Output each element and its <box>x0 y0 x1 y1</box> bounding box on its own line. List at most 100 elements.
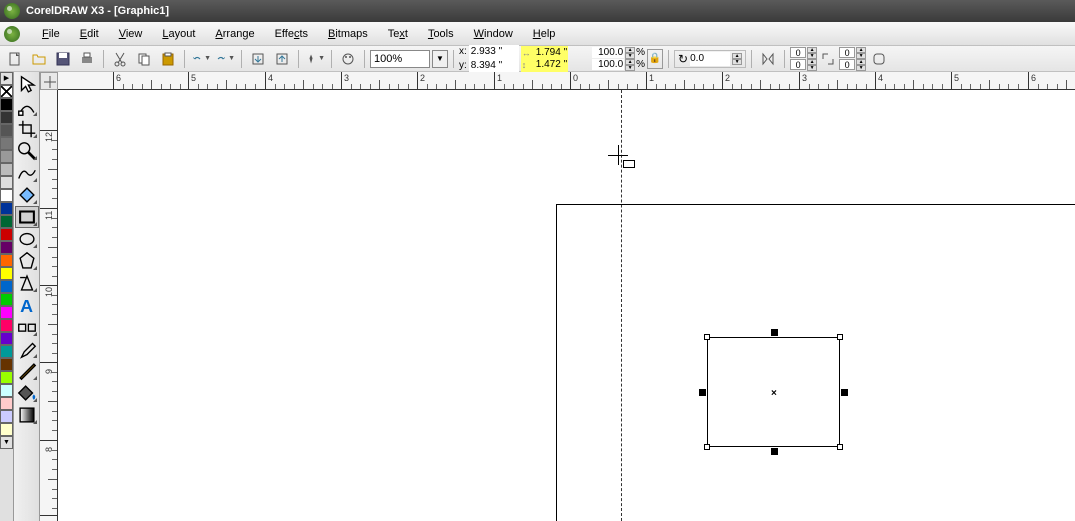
import-button[interactable] <box>247 48 269 70</box>
color-swatch[interactable] <box>0 267 13 280</box>
open-button[interactable] <box>28 48 50 70</box>
color-swatch[interactable] <box>0 410 13 423</box>
corner-style-button[interactable] <box>819 48 837 70</box>
x-input[interactable] <box>469 45 519 59</box>
no-fill-swatch[interactable] <box>0 85 13 98</box>
corner-input[interactable] <box>790 59 806 70</box>
ruler-vertical[interactable]: 121110987 <box>40 90 58 521</box>
text-tool[interactable]: A <box>15 294 39 316</box>
size-box: ↔1.794 " ↕1.472 " <box>521 46 568 72</box>
zoom-tool[interactable] <box>15 140 39 162</box>
color-swatch[interactable] <box>0 384 13 397</box>
welcome-button[interactable] <box>337 48 359 70</box>
rectangle-tool[interactable] <box>15 206 39 228</box>
menu-tools[interactable]: Tools <box>418 25 464 43</box>
color-swatch[interactable] <box>0 150 13 163</box>
color-swatch[interactable] <box>0 293 13 306</box>
spinner-down[interactable]: ▼ <box>625 65 635 71</box>
scale-y-input[interactable] <box>592 59 624 70</box>
copy-button[interactable] <box>133 48 155 70</box>
color-swatch[interactable] <box>0 306 13 319</box>
cut-button[interactable] <box>109 48 131 70</box>
outline-tool[interactable] <box>15 360 39 382</box>
color-swatch[interactable] <box>0 254 13 267</box>
selected-rectangle[interactable]: × <box>707 337 840 447</box>
color-swatch[interactable] <box>0 137 13 150</box>
rotation-input[interactable] <box>690 52 730 66</box>
palette-scroll[interactable]: ▼ <box>0 436 13 449</box>
color-swatch[interactable] <box>0 163 13 176</box>
ruler-origin[interactable] <box>40 72 58 90</box>
polygon-tool[interactable] <box>15 250 39 272</box>
drawing-canvas[interactable]: × <box>58 90 1075 521</box>
menu-bitmaps[interactable]: Bitmaps <box>318 25 378 43</box>
spinner-down[interactable]: ▼ <box>732 59 742 65</box>
freehand-tool[interactable] <box>15 162 39 184</box>
zoom-dropdown[interactable]: ▼ <box>432 50 448 68</box>
menu-view[interactable]: View <box>109 25 153 43</box>
menu-file[interactable]: File <box>32 25 70 43</box>
menu-text[interactable]: Text <box>378 25 418 43</box>
menu-window[interactable]: Window <box>464 25 523 43</box>
color-swatch[interactable] <box>0 332 13 345</box>
spinner-down[interactable]: ▼ <box>807 65 817 71</box>
color-swatch[interactable] <box>0 228 13 241</box>
color-swatch[interactable] <box>0 202 13 215</box>
menu-arrange[interactable]: Arrange <box>205 25 264 43</box>
menu-edit[interactable]: Edit <box>70 25 109 43</box>
round-corners-button[interactable] <box>868 48 890 70</box>
paste-button[interactable] <box>157 48 179 70</box>
separator <box>453 50 454 68</box>
color-swatch[interactable] <box>0 176 13 189</box>
color-swatch[interactable] <box>0 98 13 111</box>
pick-tool[interactable] <box>15 74 39 96</box>
color-swatch[interactable] <box>0 215 13 228</box>
color-swatch[interactable] <box>0 358 13 371</box>
color-swatch[interactable] <box>0 371 13 384</box>
color-swatch[interactable] <box>0 111 13 124</box>
corner-input[interactable] <box>790 47 806 58</box>
corner-input[interactable] <box>839 59 855 70</box>
menu-help[interactable]: Help <box>523 25 566 43</box>
scale-x-input[interactable] <box>592 47 624 58</box>
redo-button[interactable]: ▼ <box>214 48 236 70</box>
print-button[interactable] <box>76 48 98 70</box>
eyedropper-tool[interactable] <box>15 338 39 360</box>
corner-input[interactable] <box>839 47 855 58</box>
ruler-horizontal[interactable]: 65432101234567 <box>58 72 1075 90</box>
color-swatch[interactable] <box>0 397 13 410</box>
app-launcher-button[interactable]: ▼ <box>304 48 326 70</box>
y-input[interactable] <box>469 59 519 73</box>
zoom-input[interactable] <box>370 50 430 68</box>
color-swatch[interactable] <box>0 345 13 358</box>
lock-ratio-button[interactable]: 🔒 <box>647 49 663 69</box>
crop-tool[interactable] <box>15 118 39 140</box>
rotation-box: ↻ ▲▼ <box>674 50 746 68</box>
new-button[interactable] <box>4 48 26 70</box>
color-swatch[interactable] <box>0 124 13 137</box>
palette-options[interactable]: ▶ <box>0 72 13 85</box>
save-button[interactable] <box>52 48 74 70</box>
color-swatch[interactable] <box>0 241 13 254</box>
menu-layout[interactable]: Layout <box>152 25 205 43</box>
menu-effects[interactable]: Effects <box>265 25 318 43</box>
basic-shapes-tool[interactable] <box>15 272 39 294</box>
spinner-down[interactable]: ▼ <box>856 65 866 71</box>
fill-tool[interactable] <box>15 382 39 404</box>
percent-label: % <box>636 47 645 58</box>
interactive-blend-tool[interactable] <box>15 316 39 338</box>
color-swatch[interactable] <box>0 280 13 293</box>
export-button[interactable] <box>271 48 293 70</box>
color-swatch[interactable] <box>0 189 13 202</box>
color-swatch[interactable] <box>0 423 13 436</box>
shape-tool[interactable] <box>15 96 39 118</box>
color-swatch[interactable] <box>0 319 13 332</box>
smart-fill-tool[interactable] <box>15 184 39 206</box>
undo-button[interactable]: ▼ <box>190 48 212 70</box>
separator <box>184 50 185 68</box>
ellipse-tool[interactable] <box>15 228 39 250</box>
interactive-fill-tool[interactable] <box>15 404 39 426</box>
separator <box>751 50 752 68</box>
mirror-h-button[interactable] <box>757 48 779 70</box>
doc-icon[interactable] <box>4 26 20 42</box>
